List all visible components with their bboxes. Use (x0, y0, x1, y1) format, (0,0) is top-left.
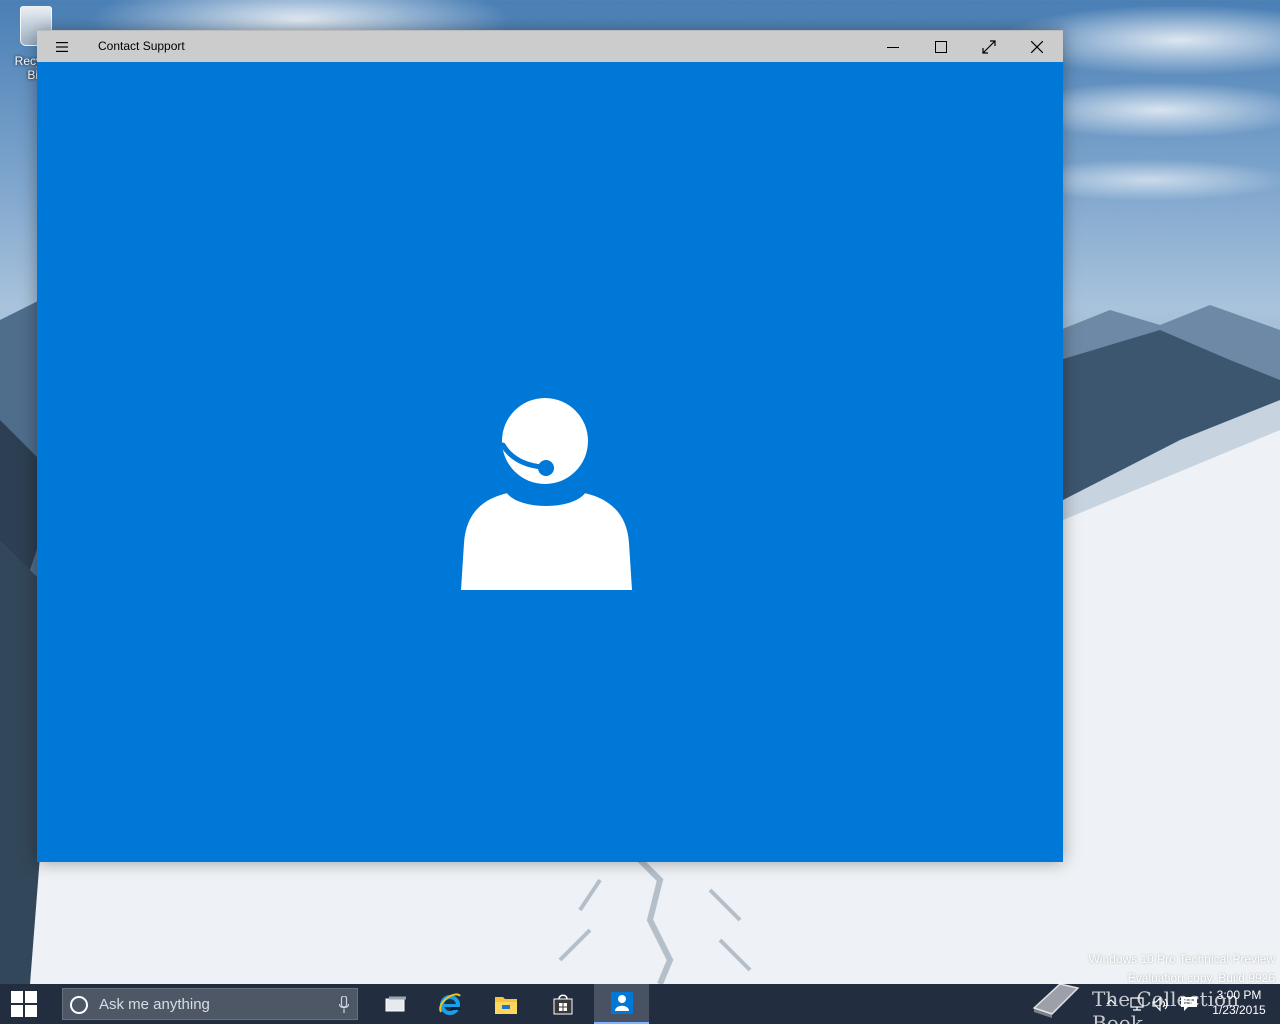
task-view-button[interactable] (370, 984, 422, 1024)
close-button[interactable] (1014, 31, 1060, 62)
internet-explorer-icon (439, 993, 461, 1015)
splash-screen (37, 62, 1063, 862)
store-button[interactable] (537, 984, 589, 1024)
windows-logo-icon (11, 991, 37, 1017)
contact-support-icon (610, 992, 633, 1014)
task-view-icon (385, 996, 406, 1012)
contact-support-window: Contact Support (37, 30, 1063, 862)
minimize-icon (887, 46, 899, 48)
support-agent-headset-icon (461, 398, 632, 590)
collection-book-overlay: The Collection Book (1030, 978, 1280, 1024)
hamburger-icon (56, 41, 68, 52)
full-screen-button[interactable] (966, 31, 1012, 62)
hamburger-menu-button[interactable] (47, 31, 77, 62)
search-placeholder: Ask me anything (99, 996, 210, 1013)
cortana-icon (70, 996, 88, 1014)
contact-support-taskbar-button[interactable] (594, 984, 649, 1024)
minimize-button[interactable] (870, 31, 916, 62)
cortana-search-box[interactable]: Ask me anything (62, 988, 358, 1020)
book-logo-icon (1032, 983, 1080, 1018)
maximize-icon (935, 40, 947, 53)
file-explorer-icon (495, 997, 517, 1014)
close-icon (1031, 40, 1043, 53)
internet-explorer-button[interactable] (424, 984, 476, 1024)
store-icon (553, 994, 573, 1015)
window-titlebar[interactable]: Contact Support (37, 30, 1063, 62)
full-screen-icon (982, 39, 996, 54)
start-button[interactable] (0, 984, 48, 1024)
maximize-button[interactable] (918, 31, 964, 62)
watermark-line-1: Windows 10 Pro Technical Preview (1088, 952, 1275, 966)
window-title: Contact Support (98, 39, 185, 53)
collection-book-text: The Collection Book (1092, 987, 1239, 1024)
microphone-icon[interactable] (339, 996, 349, 1014)
file-explorer-button[interactable] (480, 984, 532, 1024)
